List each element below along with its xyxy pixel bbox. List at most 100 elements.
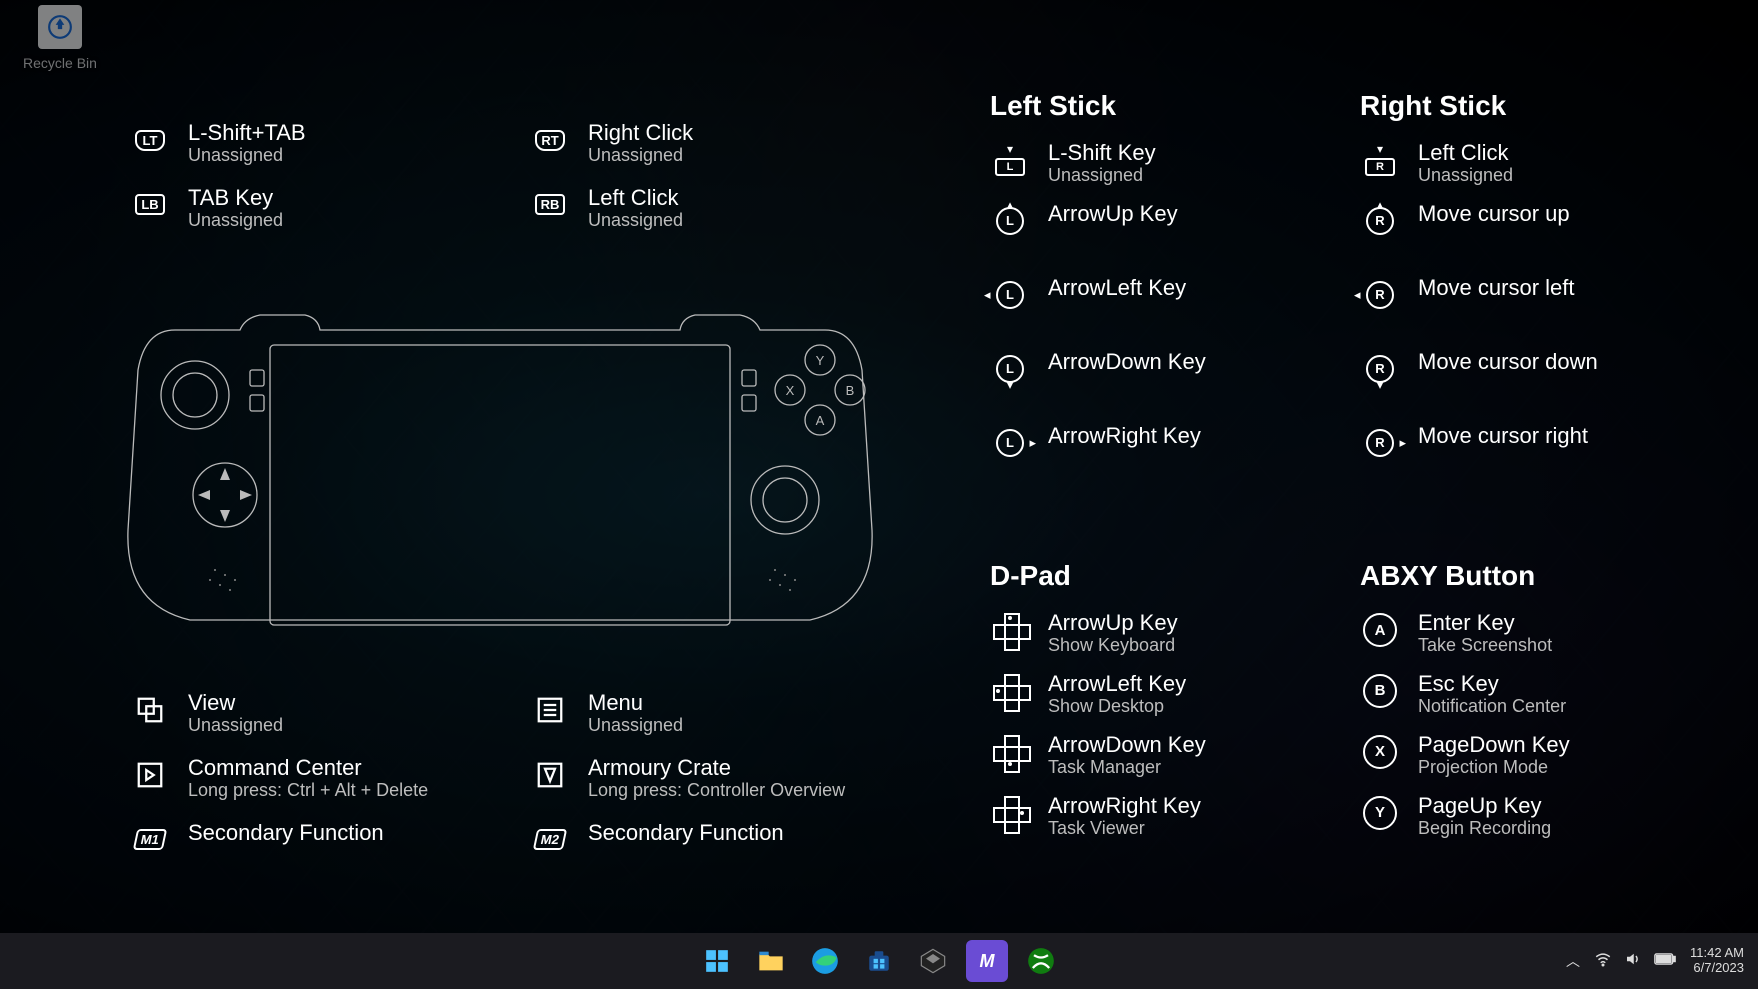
mapping-rb: RB Left Click Unassigned	[530, 185, 693, 232]
dpad-title: D-Pad	[990, 560, 1350, 592]
lt-primary: L-Shift+TAB	[188, 120, 306, 145]
menu-secondary: Unassigned	[588, 715, 683, 737]
rt-primary: Right Click	[588, 120, 693, 145]
left-stick-row-4: ▸L ArrowRight Key	[990, 423, 1350, 463]
svg-text:A: A	[816, 413, 825, 428]
taskbar-clock[interactable]: 11:42 AM 6/7/2023	[1690, 946, 1744, 976]
edge-button[interactable]	[804, 940, 846, 982]
rb-secondary: Unassigned	[588, 210, 683, 232]
dpad-row-3: ArrowRight Key Task Viewer	[990, 793, 1350, 840]
stick-l-left-icon: ◂L	[990, 275, 1030, 315]
command-center-secondary: Long press: Ctrl + Alt + Delete	[188, 780, 428, 802]
app-button[interactable]: M	[966, 940, 1008, 982]
command-center-icon	[130, 755, 170, 795]
svg-text:X: X	[786, 383, 795, 398]
armoury-crate-icon	[530, 755, 570, 795]
left-stick-row-2: ◂L ArrowLeft Key	[990, 275, 1350, 315]
mapping-rt: RT Right Click Unassigned	[530, 120, 693, 167]
left-stick-row-3: ▾L ArrowDown Key	[990, 349, 1350, 389]
taskbar: M ︿ 11:42 AM 6/7/2023	[0, 933, 1758, 989]
view-primary: View	[188, 690, 283, 715]
rt-secondary: Unassigned	[588, 145, 693, 167]
dpad-row-2: ArrowDown Key Task Manager	[990, 732, 1350, 779]
abxy-1-secondary: Notification Center	[1418, 696, 1566, 718]
lb-icon: LB	[135, 194, 165, 215]
m1-icon: M1	[133, 829, 168, 850]
command-center-primary: Command Center	[188, 755, 428, 780]
abxy-y-icon: Y	[1363, 796, 1397, 830]
left-stick-row-1: ▴L ArrowUp Key	[990, 201, 1350, 241]
svg-text:Y: Y	[816, 353, 825, 368]
abxy-row-0: A Enter Key Take Screenshot	[1360, 610, 1740, 657]
rb-icon: RB	[535, 194, 566, 215]
xbox-button[interactable]	[1020, 940, 1062, 982]
mapping-m1: M1 Secondary Function	[130, 820, 428, 860]
rb-primary: Left Click	[588, 185, 683, 210]
lt-secondary: Unassigned	[188, 145, 306, 167]
right-stick-row-2: ◂R Move cursor left	[1360, 275, 1740, 315]
right-stick-1-primary: Move cursor up	[1418, 201, 1570, 226]
dpad-down-icon	[993, 735, 1027, 769]
stick-r-up-icon: ▴R	[1360, 201, 1400, 241]
stick-click-r-icon: ▾R	[1360, 138, 1400, 182]
battery-icon[interactable]	[1654, 952, 1676, 970]
dpad-2-primary: ArrowDown Key	[1048, 732, 1206, 757]
taskbar-date: 6/7/2023	[1690, 961, 1744, 976]
stick-r-left-icon: ◂R	[1360, 275, 1400, 315]
dpad-3-secondary: Task Viewer	[1048, 818, 1201, 840]
rt-icon: RT	[535, 130, 565, 151]
start-button[interactable]	[696, 940, 738, 982]
stick-l-right-icon: ▸L	[990, 423, 1030, 463]
m2-icon: M2	[533, 829, 568, 850]
abxy-2-primary: PageDown Key	[1418, 732, 1570, 757]
m1-primary: Secondary Function	[188, 820, 384, 845]
abxy-3-primary: PageUp Key	[1418, 793, 1551, 818]
left-stick-0-secondary: Unassigned	[1048, 165, 1156, 187]
armoury-crate-taskbar-button[interactable]	[912, 940, 954, 982]
abxy-3-secondary: Begin Recording	[1418, 818, 1551, 840]
lb-secondary: Unassigned	[188, 210, 283, 232]
left-stick-2-primary: ArrowLeft Key	[1048, 275, 1186, 300]
abxy-1-primary: Esc Key	[1418, 671, 1566, 696]
handheld-device-wireframe: Y X B A	[120, 300, 880, 640]
abxy-a-icon: A	[1363, 613, 1397, 647]
file-explorer-button[interactable]	[750, 940, 792, 982]
dpad-0-primary: ArrowUp Key	[1048, 610, 1178, 635]
dpad-2-secondary: Task Manager	[1048, 757, 1206, 779]
armoury-crate-primary: Armoury Crate	[588, 755, 845, 780]
abxy-row-1: B Esc Key Notification Center	[1360, 671, 1740, 718]
stick-l-up-icon: ▴L	[990, 201, 1030, 241]
tray-chevron-icon[interactable]: ︿	[1566, 951, 1580, 971]
right-stick-2-primary: Move cursor left	[1418, 275, 1575, 300]
abxy-row-3: Y PageUp Key Begin Recording	[1360, 793, 1740, 840]
stick-r-down-icon: ▾R	[1360, 349, 1400, 389]
dpad-1-primary: ArrowLeft Key	[1048, 671, 1186, 696]
left-stick-row-0: ▾L L-Shift Key Unassigned	[990, 140, 1350, 187]
left-stick-1-primary: ArrowUp Key	[1048, 201, 1178, 226]
mapping-view: View Unassigned	[130, 690, 428, 737]
m2-primary: Secondary Function	[588, 820, 784, 845]
mapping-menu: Menu Unassigned	[530, 690, 845, 737]
left-stick-title: Left Stick	[990, 90, 1350, 122]
right-stick-0-secondary: Unassigned	[1418, 165, 1513, 187]
taskbar-time: 11:42 AM	[1690, 946, 1744, 961]
mapping-lt: LT L-Shift+TAB Unassigned	[130, 120, 306, 167]
stick-r-right-icon: ▸R	[1360, 423, 1400, 463]
lb-primary: TAB Key	[188, 185, 283, 210]
dpad-1-secondary: Show Desktop	[1048, 696, 1186, 718]
menu-icon	[530, 690, 570, 730]
lt-icon: LT	[135, 130, 165, 151]
dpad-row-1: ArrowLeft Key Show Desktop	[990, 671, 1350, 718]
dpad-3-primary: ArrowRight Key	[1048, 793, 1201, 818]
mapping-m2: M2 Secondary Function	[530, 820, 845, 860]
volume-icon[interactable]	[1624, 950, 1642, 972]
dpad-0-secondary: Show Keyboard	[1048, 635, 1178, 657]
ms-store-button[interactable]	[858, 940, 900, 982]
left-stick-3-primary: ArrowDown Key	[1048, 349, 1206, 374]
view-secondary: Unassigned	[188, 715, 283, 737]
abxy-title: ABXY Button	[1360, 560, 1740, 592]
wifi-icon[interactable]	[1594, 950, 1612, 972]
left-stick-4-primary: ArrowRight Key	[1048, 423, 1201, 448]
right-stick-row-1: ▴R Move cursor up	[1360, 201, 1740, 241]
dpad-left-icon	[993, 674, 1027, 708]
